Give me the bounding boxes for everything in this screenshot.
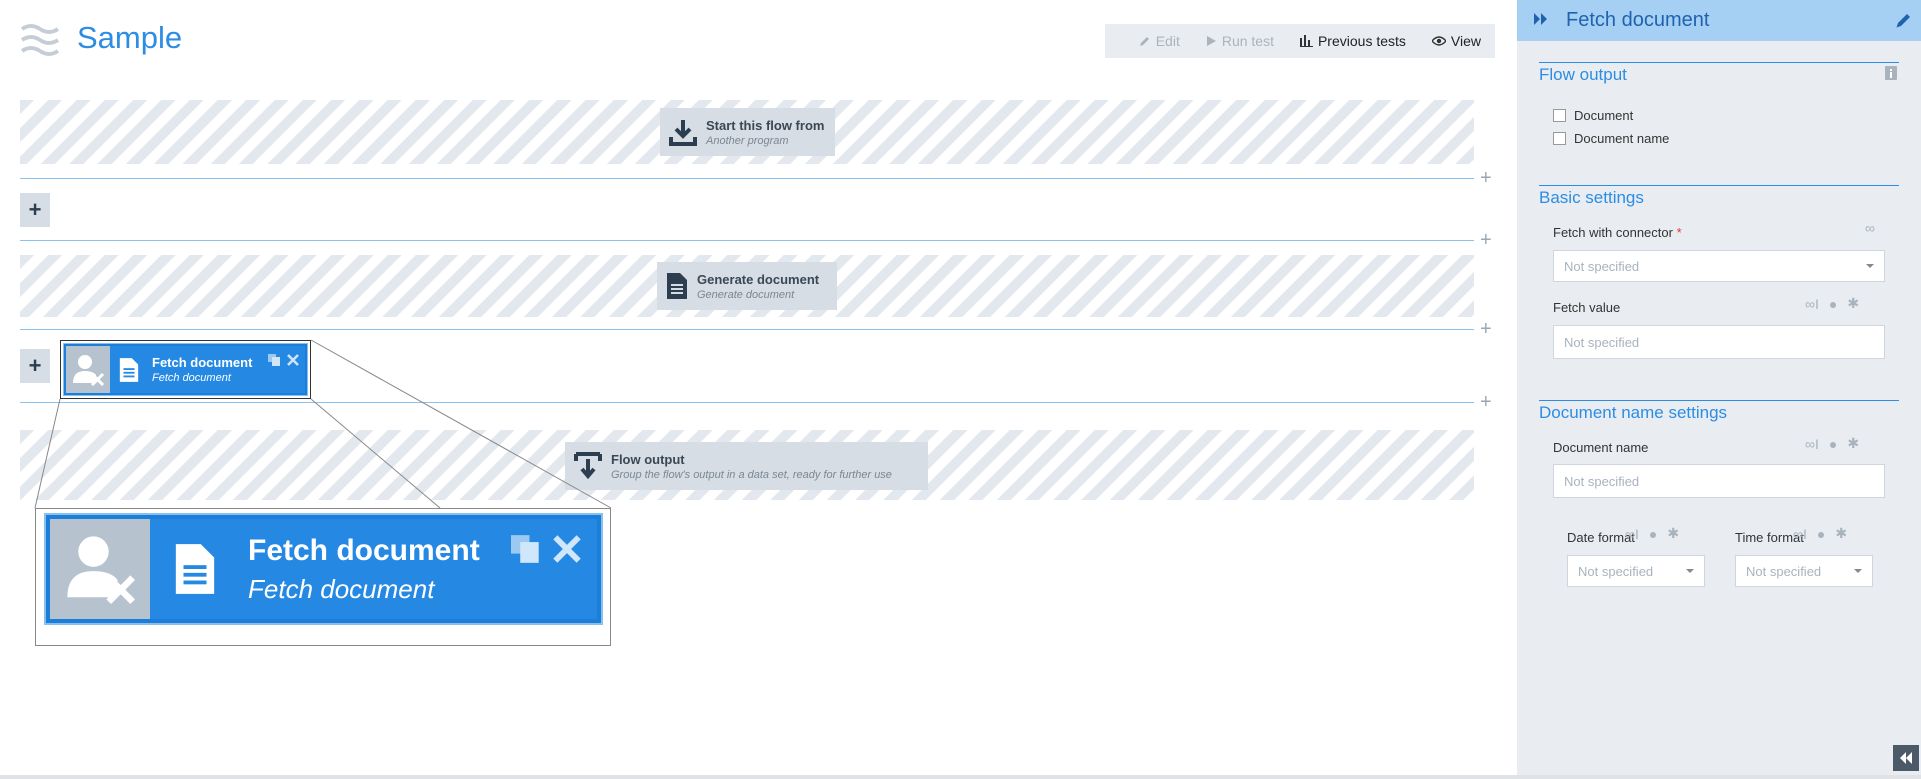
date-format-value: Not specified bbox=[1578, 563, 1654, 579]
link-text-icon[interactable]: ∞I bbox=[1625, 526, 1639, 542]
required-marker: * bbox=[1676, 225, 1682, 240]
basic-settings-section-title: Basic settings bbox=[1539, 185, 1899, 208]
chevron-down-icon bbox=[1686, 569, 1694, 573]
pencil-icon[interactable] bbox=[1895, 11, 1913, 29]
fetch-node-zoomed-subtitle: Fetch document bbox=[248, 573, 435, 604]
panel-title: Fetch document bbox=[1566, 9, 1710, 31]
asterisk-icon[interactable]: ✱ bbox=[1835, 525, 1847, 542]
fetch-node-zoomed-title: Fetch document bbox=[248, 533, 480, 567]
fetch-value-field-icons: ∞I ● ✱ bbox=[1805, 295, 1859, 312]
link-text-icon[interactable]: ∞I bbox=[1805, 436, 1819, 452]
time-format-value: Not specified bbox=[1746, 563, 1822, 579]
document-name-checkbox[interactable] bbox=[1553, 132, 1566, 145]
chevron-down-icon bbox=[1866, 264, 1874, 268]
time-format-select[interactable]: Not specified bbox=[1735, 555, 1873, 587]
document-option-label: Document bbox=[1574, 108, 1634, 123]
copy-icon bbox=[511, 535, 539, 563]
output-option-document[interactable]: Document bbox=[1553, 108, 1633, 123]
date-format-field-icons: ∞I ● ✱ bbox=[1625, 525, 1679, 542]
connector-select-value: Not specified bbox=[1564, 258, 1640, 274]
time-format-field-icons: ∞I ● ✱ bbox=[1793, 525, 1847, 542]
document-icon bbox=[175, 544, 215, 594]
document-name-option-label: Document name bbox=[1574, 131, 1670, 146]
document-name-settings-section-title: Document name settings bbox=[1539, 400, 1899, 423]
info-icon[interactable] bbox=[1885, 66, 1897, 80]
asterisk-icon[interactable]: ✱ bbox=[1847, 435, 1859, 452]
link-text-icon[interactable]: ∞I bbox=[1805, 296, 1819, 312]
expand-panel-button[interactable] bbox=[1893, 745, 1919, 771]
document-name-field-icons: ∞I ● ✱ bbox=[1805, 435, 1859, 452]
document-name-field-label: Document name bbox=[1553, 440, 1649, 455]
bottom-scroll-strip bbox=[0, 775, 1921, 779]
panel-header: Fetch document bbox=[1517, 0, 1921, 41]
link-text-icon[interactable]: ∞I bbox=[1793, 526, 1807, 542]
fetch-value-label: Fetch value bbox=[1553, 300, 1621, 315]
output-option-document-name[interactable]: Document name bbox=[1553, 131, 1669, 146]
properties-panel: Fetch document Flow output Document Docu… bbox=[1517, 0, 1921, 779]
double-chevron-left-icon bbox=[1900, 752, 1912, 764]
user-icon[interactable]: ● bbox=[1829, 436, 1837, 452]
fetch-value-placeholder: Not specified bbox=[1564, 334, 1640, 350]
asterisk-icon[interactable]: ✱ bbox=[1847, 295, 1859, 312]
flow-output-section-title: Flow output bbox=[1539, 62, 1899, 85]
chevron-down-icon bbox=[1854, 569, 1862, 573]
close-icon bbox=[553, 535, 581, 563]
document-name-placeholder: Not specified bbox=[1564, 473, 1640, 489]
zoom-callout: Fetch document Fetch document bbox=[35, 508, 611, 646]
document-checkbox[interactable] bbox=[1553, 109, 1566, 122]
user-icon[interactable]: ● bbox=[1829, 296, 1837, 312]
link-icon[interactable]: ∞ bbox=[1865, 220, 1875, 236]
fetch-node-zoomed: Fetch document Fetch document bbox=[44, 513, 603, 625]
connector-field-label: Fetch with connector * bbox=[1553, 225, 1682, 240]
user-icon[interactable]: ● bbox=[1817, 526, 1825, 542]
asterisk-icon[interactable]: ✱ bbox=[1667, 525, 1679, 542]
user-icon[interactable]: ● bbox=[1649, 526, 1657, 542]
connector-field-icons: ∞ bbox=[1865, 220, 1875, 236]
document-name-input[interactable]: Not specified bbox=[1553, 464, 1885, 498]
date-format-select[interactable]: Not specified bbox=[1567, 555, 1705, 587]
user-removed-icon bbox=[50, 519, 150, 619]
collapse-panel-icon[interactable] bbox=[1534, 13, 1548, 25]
connector-select[interactable]: Not specified bbox=[1553, 250, 1885, 282]
fetch-value-input[interactable]: Not specified bbox=[1553, 325, 1885, 359]
connector-label-text: Fetch with connector bbox=[1553, 225, 1673, 240]
